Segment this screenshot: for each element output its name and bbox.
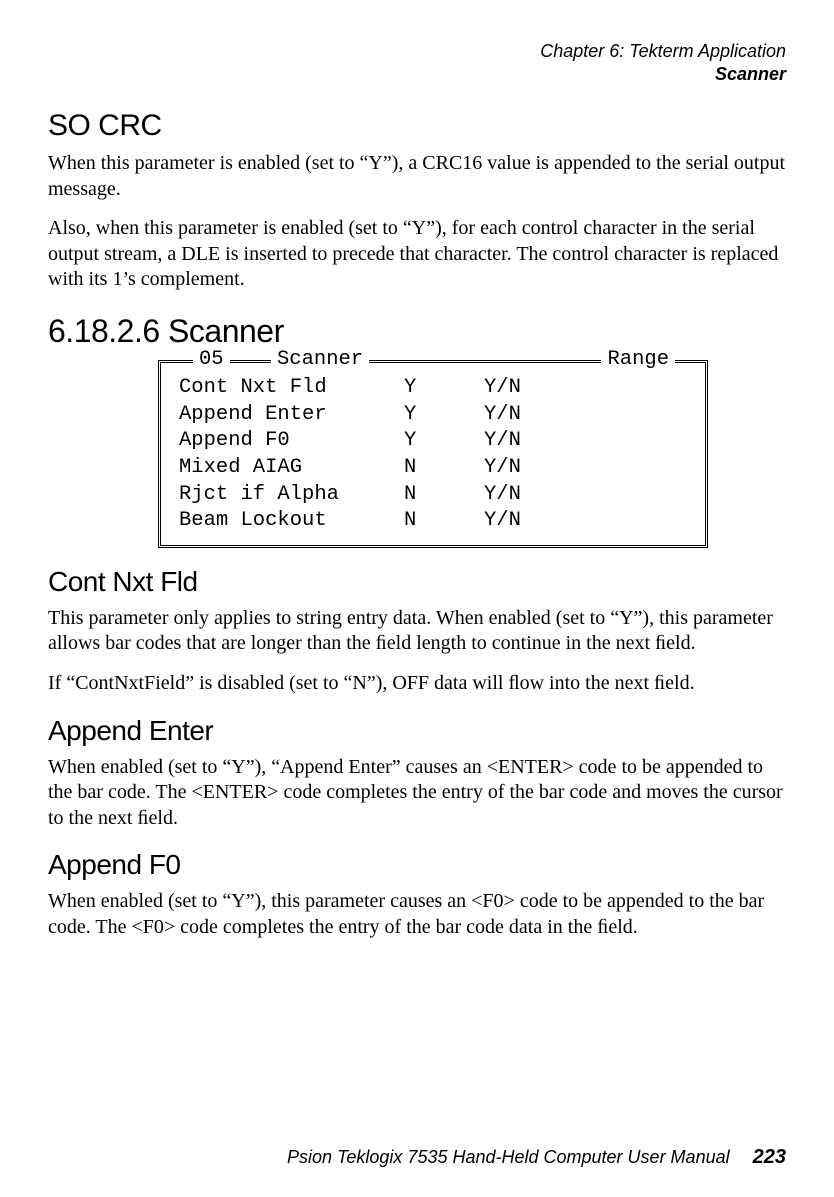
row-range: Y/N xyxy=(484,375,521,402)
row-value: N xyxy=(404,455,484,482)
page-footer: Psion Teklogix 7535 Hand-Held Computer U… xyxy=(287,1146,786,1169)
page-header: Chapter 6: Tekterm Application Scanner xyxy=(48,40,786,85)
legend-range: Range xyxy=(601,347,675,374)
row-value: Y xyxy=(404,402,484,429)
so-crc-p1: When this parameter is enabled (set to “… xyxy=(48,151,786,202)
row-value: Y xyxy=(404,375,484,402)
row-label: Beam Lockout xyxy=(179,508,404,535)
table-row: Rjct if Alpha N Y/N xyxy=(179,482,687,509)
cont-nxt-fld-p2: If “ContNxtField” is disabled (set to “N… xyxy=(48,671,786,697)
table-row: Cont Nxt Fld Y Y/N xyxy=(179,375,687,402)
row-value: N xyxy=(404,482,484,509)
page-number: 223 xyxy=(735,1146,786,1168)
row-value: Y xyxy=(404,428,484,455)
scanner-box: 05 Scanner Range Cont Nxt Fld Y Y/N Appe… xyxy=(158,360,708,548)
section-line: Scanner xyxy=(48,63,786,86)
heading-scanner-section: 6.18.2.6 Scanner xyxy=(48,313,786,350)
row-label: Rjct if Alpha xyxy=(179,482,404,509)
legend-title: Scanner xyxy=(271,347,369,374)
heading-so-crc: SO CRC xyxy=(48,109,786,143)
row-range: Y/N xyxy=(484,455,521,482)
scanner-box-wrap: 05 Scanner Range Cont Nxt Fld Y Y/N Appe… xyxy=(158,360,708,548)
row-label: Mixed AIAG xyxy=(179,455,404,482)
append-f0-p1: When enabled (set to “Y”), this paramete… xyxy=(48,889,786,940)
row-label: Append Enter xyxy=(179,402,404,429)
row-range: Y/N xyxy=(484,482,521,509)
row-range: Y/N xyxy=(484,402,521,429)
heading-append-f0: Append F0 xyxy=(48,849,786,881)
row-range: Y/N xyxy=(484,508,521,535)
append-enter-p1: When enabled (set to “Y”), “Append Enter… xyxy=(48,755,786,832)
row-value: N xyxy=(404,508,484,535)
table-row: Mixed AIAG N Y/N xyxy=(179,455,687,482)
table-row: Append F0 Y Y/N xyxy=(179,428,687,455)
heading-cont-nxt-fld: Cont Nxt Fld xyxy=(48,566,786,598)
table-row: Beam Lockout N Y/N xyxy=(179,508,687,535)
row-label: Cont Nxt Fld xyxy=(179,375,404,402)
footer-text: Psion Teklogix 7535 Hand-Held Computer U… xyxy=(287,1147,730,1167)
chapter-line: Chapter 6: Tekterm Application xyxy=(48,40,786,63)
row-label: Append F0 xyxy=(179,428,404,455)
row-range: Y/N xyxy=(484,428,521,455)
so-crc-p2: Also, when this parameter is enabled (se… xyxy=(48,216,786,293)
cont-nxt-fld-p1: This parameter only applies to string en… xyxy=(48,606,786,657)
heading-append-enter: Append Enter xyxy=(48,715,786,747)
table-row: Append Enter Y Y/N xyxy=(179,402,687,429)
legend-num: 05 xyxy=(193,347,230,374)
